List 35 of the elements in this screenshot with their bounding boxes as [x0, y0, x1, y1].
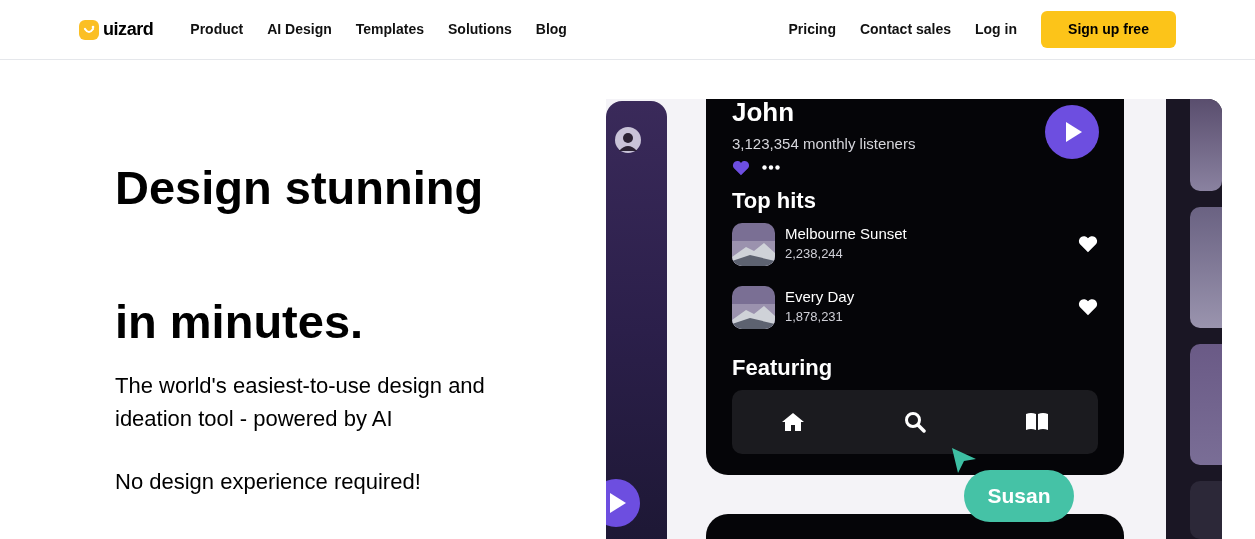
play-count: 2,238,244 [785, 245, 844, 263]
heart-icon[interactable] [1078, 298, 1098, 316]
nav-link[interactable]: Templates [355, 19, 424, 40]
hero-description: The world's easiest-to-use design and ideation tool - powered by AI [115, 372, 486, 434]
heart-icon[interactable] [1078, 235, 1098, 253]
hero-title: Design stunning [115, 162, 485, 214]
section-title: Featuring [732, 353, 834, 382]
section-title: Top hits [732, 186, 817, 215]
track-title: Every Day [785, 288, 856, 306]
cursor-icon [950, 446, 978, 474]
thumbnail-tile [1190, 480, 1222, 539]
cursor-label: Susan [964, 470, 1074, 522]
play-button-icon [606, 477, 641, 529]
hero-note: No design experience required! [115, 468, 422, 497]
listener-count: 3,123,354 monthly listeners [732, 134, 916, 154]
more-icon[interactable] [762, 165, 780, 170]
search-icon[interactable] [904, 410, 926, 433]
hero-title: in minutes. [115, 295, 365, 348]
artist-name: John [732, 99, 796, 127]
nav-link[interactable]: Blog [535, 19, 567, 40]
nav-link[interactable]: Product [190, 19, 244, 40]
nav-link[interactable]: Solutions [448, 19, 512, 40]
book-icon[interactable] [1024, 412, 1049, 431]
play-count: 1,878,231 [785, 308, 844, 326]
track-title: Melbourne Sunset [785, 225, 908, 243]
logo-icon [79, 19, 99, 40]
nav-link[interactable]: Log in [975, 19, 1017, 40]
nav-link[interactable]: Pricing [788, 19, 836, 40]
nav-link[interactable]: AI Design [267, 19, 332, 40]
home-icon[interactable] [781, 411, 806, 432]
sign-up-button[interactable]: Sign up free [1041, 11, 1176, 48]
play-button-icon[interactable] [1045, 105, 1099, 159]
nav-link[interactable]: Contact sales [859, 19, 951, 40]
avatar-icon [615, 127, 641, 153]
logo-text[interactable]: uizard [103, 16, 154, 43]
